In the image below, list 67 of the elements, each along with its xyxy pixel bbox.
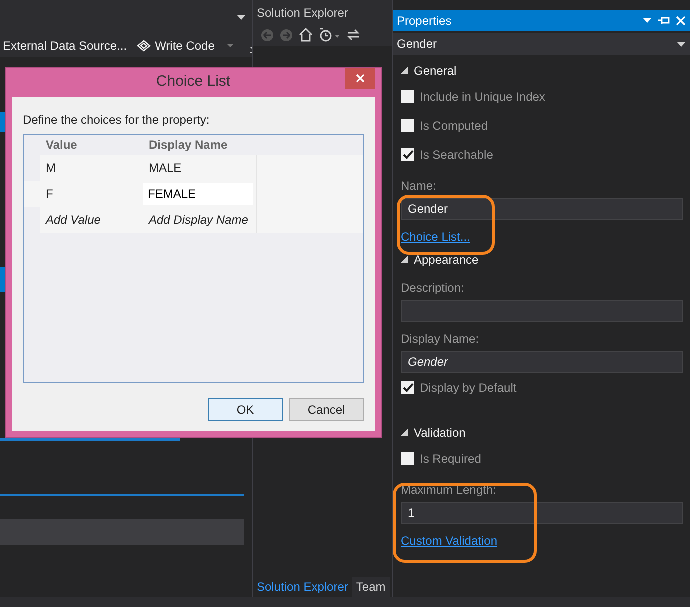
dropdown-icon[interactable] [643,18,652,23]
table-cell[interactable]: Add Display Name [143,207,256,233]
write-code-button[interactable]: Write Code [137,37,234,55]
home-icon[interactable] [299,28,313,42]
column-header: Display Name [148,137,229,154]
input-field[interactable]: Gender [401,351,683,373]
input-field[interactable]: FEMALE [143,183,253,205]
panel-title: Solution Explorer [253,0,392,24]
checkbox[interactable] [401,148,414,161]
link[interactable]: Choice List... [401,228,470,246]
section-header[interactable]: Appearance [393,249,690,271]
table-cell: MALE [143,155,256,181]
selection-marker [0,112,5,132]
object-name: Gender [397,36,438,53]
expanded-icon[interactable] [401,429,408,437]
field-label: Maximum Length: [400,482,498,499]
cancel-button[interactable]: Cancel [289,398,364,421]
table-cell[interactable]: Add Value [40,207,143,233]
object-dropdown[interactable]: Gender [393,33,690,55]
expanded-icon[interactable] [401,67,408,75]
checkbox[interactable] [401,90,414,103]
close-icon [356,74,364,83]
panel-tab[interactable]: Team [352,577,390,597]
input-field[interactable]: 1 [401,502,683,524]
section-header[interactable]: General [393,60,690,82]
checkbox-label: Is Required [420,450,482,468]
field-label: Name: [400,178,438,195]
input-field[interactable]: Gender [401,198,683,220]
section-header[interactable]: Validation [393,422,690,444]
section-title: Validation [414,425,466,442]
dropdown-icon[interactable] [237,15,246,20]
caret-icon [677,42,686,46]
panel-title: Properties [397,12,453,30]
section-title: General [414,63,457,80]
table-row[interactable]: F FEMALE [24,181,363,207]
checkbox-label: Display by Default [420,380,517,396]
dialog-title: Choice List [156,72,231,92]
diamond-icon [137,40,152,52]
ok-button[interactable]: OK [208,398,283,421]
check-icon [402,149,414,160]
checkbox[interactable] [401,452,414,465]
checkbox-label: Is Computed [420,118,488,134]
input-field[interactable] [401,300,683,322]
section-title: Appearance [414,252,479,269]
close-button[interactable] [345,68,375,89]
check-icon [402,382,414,393]
link[interactable]: Custom Validation [401,532,498,550]
table-cell: M [40,155,143,181]
expanded-icon[interactable] [401,256,408,264]
caret-icon [226,44,234,48]
toolbar-button[interactable]: External Data Source... [3,37,128,55]
table-row[interactable]: M MALE [24,155,363,181]
checkbox[interactable] [401,381,414,394]
pin-icon[interactable] [658,16,670,25]
prompt-text: Define the choices for the property: [23,112,211,129]
field-label: Description: [400,280,466,297]
column-header: Value [45,137,78,154]
checkbox-label: Is Searchable [420,146,494,164]
clock-icon[interactable] [319,28,341,42]
checkbox-label: Include in Unique Index [420,88,546,106]
table-cell: F [40,181,143,207]
panel-tab[interactable]: Solution Explorer [253,577,352,597]
checkbox[interactable] [401,119,414,132]
selection-marker [0,267,5,292]
sync-icon[interactable] [347,29,360,41]
field-label: Display Name: [400,331,480,348]
close-icon[interactable] [676,16,686,26]
